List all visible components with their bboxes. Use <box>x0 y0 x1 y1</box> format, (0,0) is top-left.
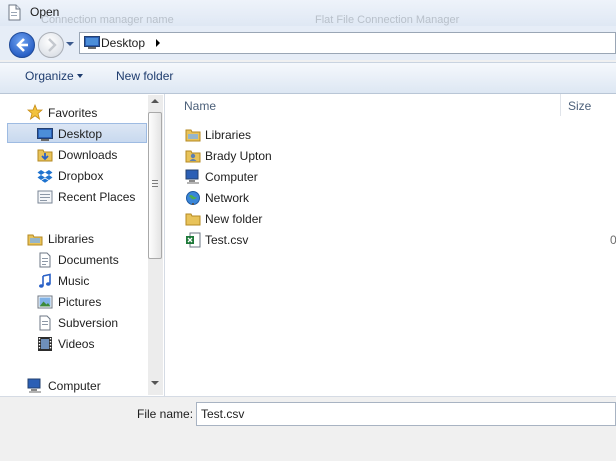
nav-item-subversion[interactable]: Subversion <box>58 316 118 330</box>
scrollbar-grip-icon <box>152 180 158 188</box>
downloads-icon <box>37 147 53 163</box>
scroll-down-arrow-icon[interactable] <box>151 381 159 385</box>
organize-dropdown-icon[interactable] <box>77 74 83 78</box>
organize-button[interactable]: Organize <box>25 69 74 83</box>
music-icon <box>37 273 53 289</box>
list-item[interactable]: Network <box>205 191 249 205</box>
pictures-icon <box>37 294 53 310</box>
document-icon <box>6 4 22 21</box>
recent-pages-button[interactable] <box>65 38 75 48</box>
computer-icon <box>185 169 201 185</box>
user-folder-icon <box>185 148 201 164</box>
nav-libraries-header[interactable]: Libraries <box>48 232 94 246</box>
nav-item-music[interactable]: Music <box>58 274 89 288</box>
list-item[interactable]: New folder <box>205 212 262 226</box>
forward-arrow-icon <box>48 38 57 52</box>
folder-icon <box>185 211 201 227</box>
list-item[interactable]: Brady Upton <box>205 149 272 163</box>
nav-item-recent-places[interactable]: Recent Places <box>58 190 135 204</box>
column-header-size[interactable]: Size <box>568 99 591 113</box>
subversion-icon <box>37 315 53 331</box>
column-divider[interactable] <box>560 94 561 116</box>
filename-label: File name: <box>137 407 194 421</box>
videos-icon <box>37 336 53 352</box>
nav-favorites-header[interactable]: Favorites <box>48 106 97 120</box>
recent-places-icon <box>37 189 53 205</box>
network-icon <box>185 190 201 206</box>
list-item[interactable]: Computer <box>205 170 258 184</box>
documents-icon <box>37 252 53 268</box>
new-folder-button[interactable]: New folder <box>116 69 173 83</box>
nav-item-downloads[interactable]: Downloads <box>58 148 117 162</box>
excel-csv-icon <box>185 232 201 248</box>
nav-item-pictures[interactable]: Pictures <box>58 295 101 309</box>
back-button[interactable] <box>9 32 35 58</box>
chevron-down-icon <box>66 42 74 46</box>
back-arrow-icon <box>16 38 28 52</box>
libraries-icon <box>27 231 43 247</box>
desktop-icon <box>84 36 100 49</box>
nav-item-desktop[interactable]: Desktop <box>58 127 102 141</box>
breadcrumb-chevron-icon[interactable] <box>156 39 160 47</box>
address-location[interactable]: Desktop <box>101 36 145 50</box>
libraries-icon <box>185 127 201 143</box>
desktop-icon <box>37 126 53 142</box>
scroll-up-arrow-icon[interactable] <box>151 99 159 103</box>
forward-button[interactable] <box>38 32 64 58</box>
nav-item-dropbox[interactable]: Dropbox <box>58 169 103 183</box>
list-item[interactable]: Test.csv <box>205 233 248 247</box>
file-size: 0 <box>610 233 616 247</box>
favorites-star-icon <box>26 103 44 120</box>
computer-icon <box>27 378 43 394</box>
column-header-name[interactable]: Name <box>184 99 216 113</box>
nav-item-videos[interactable]: Videos <box>58 337 94 351</box>
list-item[interactable]: Libraries <box>205 128 251 142</box>
command-toolbar <box>0 62 616 94</box>
filename-input[interactable] <box>196 402 616 426</box>
dropbox-icon <box>37 168 53 184</box>
nav-computer-header[interactable]: Computer <box>48 379 101 393</box>
background-window-text: Connection manager name <box>41 14 174 26</box>
background-window-title: Flat File Connection Manager <box>315 14 460 26</box>
nav-item-documents[interactable]: Documents <box>58 253 119 267</box>
